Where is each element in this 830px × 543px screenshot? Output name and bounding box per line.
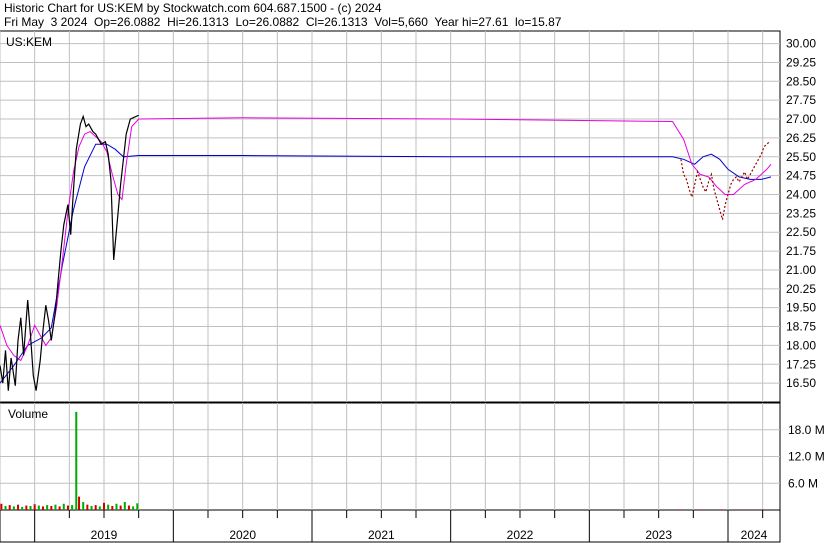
y-tick-label: 21.00 — [786, 263, 816, 277]
year-label: 2024 — [741, 528, 768, 542]
year-label: 2022 — [507, 528, 534, 542]
y-tick-label: 27.75 — [786, 93, 816, 107]
y-tick-label: 16.50 — [786, 376, 816, 390]
y-tick-label: 18.00 — [786, 338, 816, 352]
year-label: 2023 — [645, 528, 672, 542]
y-tick-label: 18.75 — [786, 320, 816, 334]
y-tick-label: 28.50 — [786, 74, 816, 88]
year-label: 2021 — [368, 528, 395, 542]
volume-tick-label: 6.0 M — [788, 476, 818, 490]
y-tick-label: 24.00 — [786, 187, 816, 201]
recent-price-line — [680, 141, 770, 220]
y-tick-label: 22.50 — [786, 225, 816, 239]
price-panel-frame — [0, 30, 781, 403]
y-tick-label: 20.25 — [786, 282, 816, 296]
y-tick-label: 19.50 — [786, 301, 816, 315]
volume-tick-label: 18.0 M — [788, 423, 825, 437]
symbol-label: US:KEM — [6, 35, 52, 49]
volume-label: Volume — [8, 407, 48, 421]
price-chart: 30.00 29.25 28.50 27.75 27.00 26.25 25.50 24.75… — [0, 30, 825, 543]
volume-tick-label: 12.0 M — [788, 450, 825, 464]
y-tick-label: 30.00 — [786, 37, 816, 51]
year-label: 2019 — [91, 528, 118, 542]
y-tick-label: 29.25 — [786, 55, 816, 69]
y-tick-label: 17.25 — [786, 357, 816, 371]
y-tick-label: 21.75 — [786, 244, 816, 258]
year-label: 2020 — [229, 528, 256, 542]
y-tick-label: 26.25 — [786, 131, 816, 145]
y-tick-label: 23.25 — [786, 206, 816, 220]
y-tick-label: 27.00 — [786, 112, 816, 126]
y-tick-label: 25.50 — [786, 150, 816, 164]
y-tick-label: 24.75 — [786, 169, 816, 183]
long-moving-average-line — [0, 143, 772, 384]
